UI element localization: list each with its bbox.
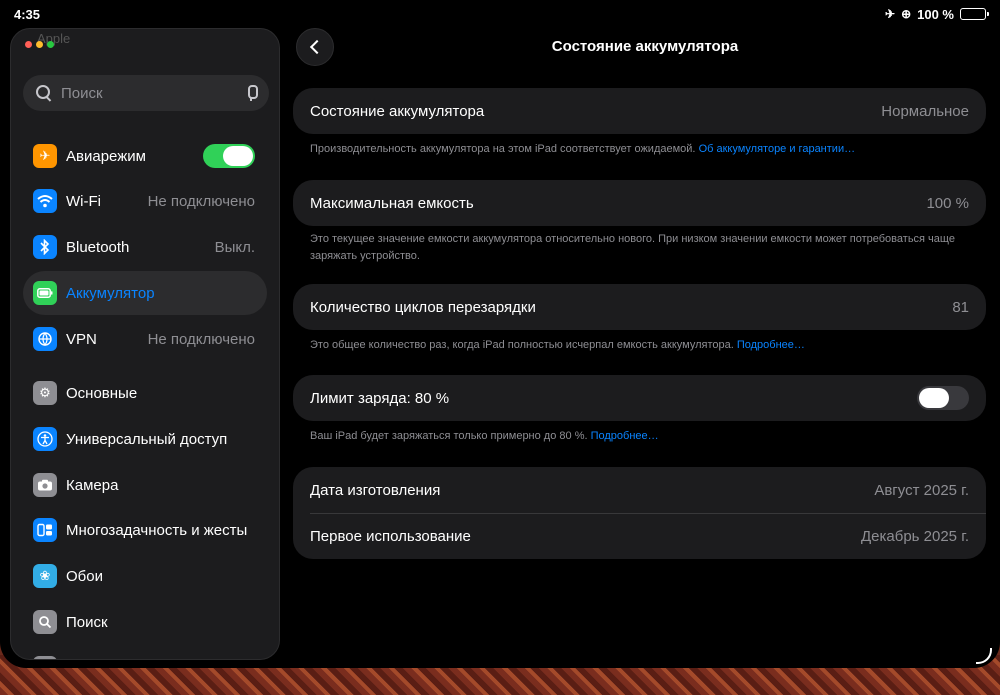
row-label: Дата изготовления: [310, 481, 441, 499]
orientation-lock-icon: ⊕: [901, 7, 912, 21]
sidebar-item-value: Не подключено: [147, 192, 255, 210]
back-button[interactable]: [296, 28, 334, 66]
vpn-icon: [33, 327, 57, 351]
airplane-toggle[interactable]: [203, 144, 255, 168]
sidebar-item-wallpaper[interactable]: ❀ Обои: [23, 554, 267, 598]
cycle-count-card: Количество циклов перезарядки 81: [293, 284, 986, 330]
sidebar-item-airplane[interactable]: ✈ Авиарежим: [23, 134, 267, 178]
sidebar-item-label: Bluetooth: [66, 238, 130, 256]
sidebar-item-label: Обои: [66, 567, 103, 585]
row-value: Август 2025 г.: [874, 481, 969, 499]
row-label: Первое использование: [310, 528, 471, 545]
note-text: Это общее количество раз, когда iPad пол…: [310, 339, 734, 351]
settings-sidebar: Apple Поиск ✈ Авиарежим Wi-Fi Не подключ…: [10, 28, 280, 660]
maximize-dot-icon[interactable]: [47, 41, 54, 48]
search-field[interactable]: Поиск: [23, 75, 269, 111]
sidebar-item-label: VPN: [66, 330, 97, 348]
close-dot-icon[interactable]: [25, 41, 32, 48]
row-label: Лимит заряда: 80 %: [310, 389, 450, 407]
battery-percent: 100 %: [917, 6, 954, 22]
wifi-icon: [33, 189, 57, 213]
sidebar-item-multitasking[interactable]: Многозадачность и жесты: [23, 508, 267, 552]
max-capacity-note: Это текущее значение емкости аккумулятор…: [310, 231, 980, 265]
row-value: 81: [952, 298, 969, 316]
ipad-screen: 4:35 ✈ ⊕ 100 % Apple Поиск ✈ Авиарежим W…: [0, 0, 1000, 668]
cycle-count-note: Это общее количество раз, когда iPad пол…: [310, 337, 980, 354]
sidebar-item-wifi[interactable]: Wi-Fi Не подключено: [23, 179, 267, 223]
sidebar-item-label: Аккумулятор: [66, 284, 155, 302]
dates-card: Дата изготовления Август 2025 г. Первое …: [293, 467, 986, 559]
battery-icon: [33, 281, 57, 305]
window-controls[interactable]: [25, 41, 54, 48]
charge-limit-toggle[interactable]: [917, 386, 969, 410]
wallpaper-icon: ❀: [33, 564, 57, 588]
battery-health-note: Производительность аккумулятора на этом …: [310, 141, 980, 158]
manufacture-date-row: Дата изготовления Август 2025 г.: [293, 467, 986, 513]
search-icon: [35, 84, 53, 102]
chevron-left-icon: [309, 39, 325, 55]
search-icon: [33, 610, 57, 634]
note-text: Производительность аккумулятора на этом …: [310, 143, 696, 155]
note-text: Ваш iPad будет заряжаться только примерн…: [310, 430, 588, 442]
sidebar-item-label: Авиарежим: [66, 147, 146, 165]
sidebar-item-vpn[interactable]: VPN Не подключено: [23, 317, 267, 361]
first-use-row: Первое использование Декабрь 2025 г.: [310, 513, 986, 559]
partial-item-icon: [33, 656, 57, 659]
battery-health-row[interactable]: Состояние аккумулятора Нормальное: [293, 88, 986, 134]
resize-corner-icon[interactable]: [976, 648, 992, 664]
row-value: Нормальное: [881, 102, 969, 120]
sidebar-item-label: Универсальный доступ: [66, 430, 228, 448]
sidebar-item-partial[interactable]: [23, 646, 267, 659]
status-time: 4:35: [14, 6, 41, 22]
max-capacity-card: Максимальная емкость 100 %: [293, 180, 986, 226]
sidebar-item-label: Многозадачность и жесты: [66, 521, 248, 539]
row-value: Декабрь 2025 г.: [861, 528, 969, 545]
row-label: Состояние аккумулятора: [310, 102, 485, 120]
battery-health-card: Состояние аккумулятора Нормальное: [293, 88, 986, 134]
status-right: ✈ ⊕ 100 %: [885, 6, 989, 22]
row-value: 100 %: [926, 194, 969, 212]
sidebar-item-battery[interactable]: Аккумулятор: [23, 271, 267, 315]
microphone-icon[interactable]: [245, 85, 258, 101]
warranty-link[interactable]: Об аккумуляторе и гарантии…: [699, 143, 856, 155]
search-placeholder: Поиск: [61, 84, 103, 102]
page-title: Состояние аккумулятора: [551, 38, 739, 55]
row-label: Количество циклов перезарядки: [310, 298, 536, 316]
sidebar-item-label: Камера: [66, 476, 119, 494]
sidebar-item-bluetooth[interactable]: Bluetooth Выкл.: [23, 225, 267, 269]
airplane-status-icon: ✈: [885, 7, 896, 21]
minimize-dot-icon[interactable]: [36, 41, 43, 48]
camera-icon: [33, 473, 57, 497]
sidebar-item-search[interactable]: Поиск: [23, 600, 267, 644]
gear-icon: ⚙: [33, 381, 57, 405]
battery-status-icon: [960, 8, 989, 20]
sidebar-item-value: Не подключено: [147, 330, 255, 348]
sidebar-item-label: Wi-Fi: [66, 192, 101, 210]
row-label: Максимальная емкость: [310, 194, 474, 212]
sidebar-item-accessibility[interactable]: Универсальный доступ: [23, 417, 267, 461]
multitasking-icon: [33, 518, 57, 542]
charge-limit-row[interactable]: Лимит заряда: 80 %: [293, 375, 986, 421]
sidebar-item-general[interactable]: ⚙ Основные: [23, 371, 267, 415]
status-bar: 4:35 ✈ ⊕ 100 %: [0, 0, 1000, 28]
max-capacity-row: Максимальная емкость 100 %: [293, 180, 986, 226]
sidebar-item-value: Выкл.: [214, 238, 255, 256]
charge-limit-note: Ваш iPad будет заряжаться только примерн…: [310, 428, 980, 445]
cycle-count-row: Количество циклов перезарядки 81: [293, 284, 986, 330]
charge-limit-card: Лимит заряда: 80 %: [293, 375, 986, 421]
accessibility-icon: [33, 427, 57, 451]
bluetooth-icon: [33, 235, 57, 259]
note-text: Это текущее значение емкости аккумулятор…: [310, 233, 955, 262]
sidebar-item-label: Основные: [66, 384, 138, 402]
cycles-more-link[interactable]: Подробнее…: [737, 339, 805, 351]
airplane-icon: ✈: [33, 144, 57, 168]
limit-more-link[interactable]: Подробнее…: [591, 430, 659, 442]
sidebar-item-camera[interactable]: Камера: [23, 463, 267, 507]
sidebar-item-label: Поиск: [66, 613, 108, 631]
